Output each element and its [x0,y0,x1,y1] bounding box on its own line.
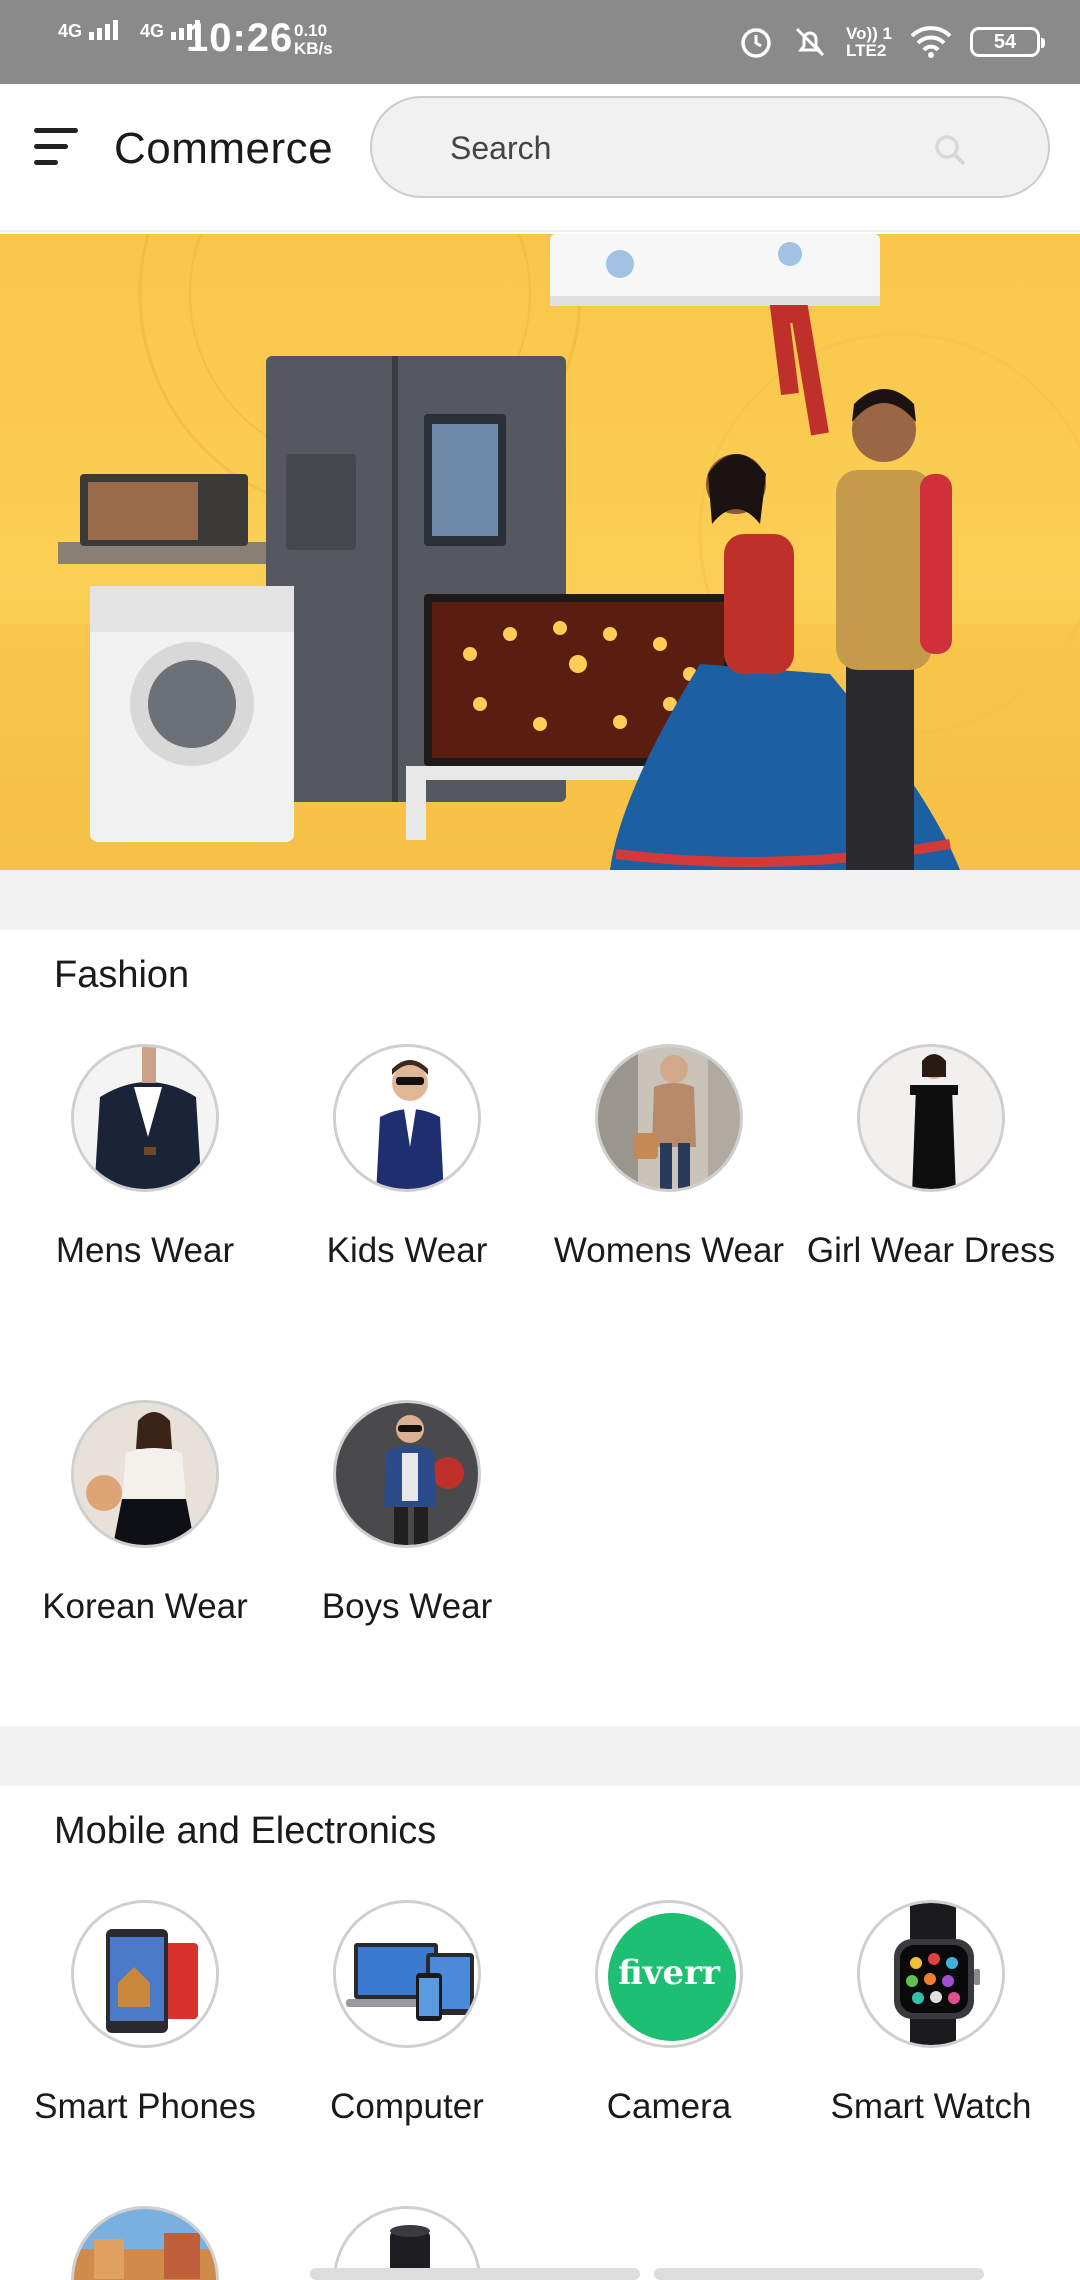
volte-label: Vo)) 1 [846,24,892,43]
category-label: Computer [330,2087,484,2126]
section-title-electronics: Mobile and Electronics [54,1810,437,1852]
fiverr-logo: fiverr [595,1900,743,2048]
speed-value: 0.10 [294,21,328,40]
bottom-scroll-indicator [196,2268,1080,2280]
search-input[interactable] [450,124,930,172]
signal-icon [89,20,119,40]
app-title: Commerce [114,124,334,173]
category-smart-phones[interactable]: Smart Phones [14,1900,276,2131]
computer-image [333,1900,481,2048]
category-computer[interactable]: Computer [276,1900,538,2131]
womens-wear-image [595,1044,743,1192]
wifi-icon [910,26,952,58]
category-womens-wear[interactable]: Womens Wear [538,1044,800,1275]
category-label: Boys Wear [321,1587,493,1626]
section-divider [0,1726,1080,1786]
category-label: Camera [606,2087,732,2126]
battery-indicator: 54 [970,27,1045,57]
search-bar[interactable] [370,96,1050,198]
category-mens-wear[interactable]: Mens Wear [14,1044,276,1275]
category-label: Mens Wear [55,1231,235,1270]
category-korean-wear[interactable]: Korean Wear [14,1400,276,1631]
girl-dress-image [857,1044,1005,1192]
app-bar: Commerce [0,84,1080,232]
banner-illustration [0,234,1080,870]
category-boys-wear[interactable]: Boys Wear [276,1400,538,1631]
category-camera[interactable]: fiverr Camera [538,1900,800,2131]
category-label: Smart Phones [34,2087,256,2126]
menu-button[interactable] [30,120,84,174]
fiverr-logo-text: fiverr [618,1953,720,1993]
search-icon[interactable] [932,132,968,168]
boys-wear-image [333,1400,481,1548]
category-smart-watch[interactable]: Smart Watch [800,1900,1062,2131]
smart-watch-image [857,1900,1005,2048]
clock: 10:26 [186,16,294,60]
category-label: Smart Watch [830,2087,1032,2126]
category-label: Kids Wear [326,1231,488,1270]
category-label: Girl Wear Dress [806,1231,1056,1270]
section-title-fashion: Fashion [54,954,190,996]
kids-wear-image [333,1044,481,1192]
status-bar: 4G 4G 10:26 0.10 KB/s Vo)) 1 LTE2 54 [0,0,1080,84]
category-label: Korean Wear [42,1587,248,1626]
korean-wear-image [71,1400,219,1548]
lte-label: LTE2 [846,41,887,60]
volte-indicator: Vo)) 1 LTE2 [846,25,892,59]
category-girl-wear-dress[interactable]: Girl Wear Dress [800,1044,1062,1275]
alarm-icon [741,28,771,58]
network-type: 4G [58,21,83,41]
mute-bell-icon [795,27,825,57]
smart-phone-image [71,1900,219,2048]
section-divider [0,870,1080,930]
category-label: Womens Wear [553,1231,785,1270]
category-kids-wear[interactable]: Kids Wear [276,1044,538,1275]
speed-unit: KB/s [294,39,333,58]
hamburger-menu-icon [34,128,78,165]
promo-banner[interactable] [0,234,1080,870]
mens-wear-image [71,1044,219,1192]
network-type-2: 4G [140,21,165,41]
network-speed: 0.10 KB/s [294,22,333,58]
